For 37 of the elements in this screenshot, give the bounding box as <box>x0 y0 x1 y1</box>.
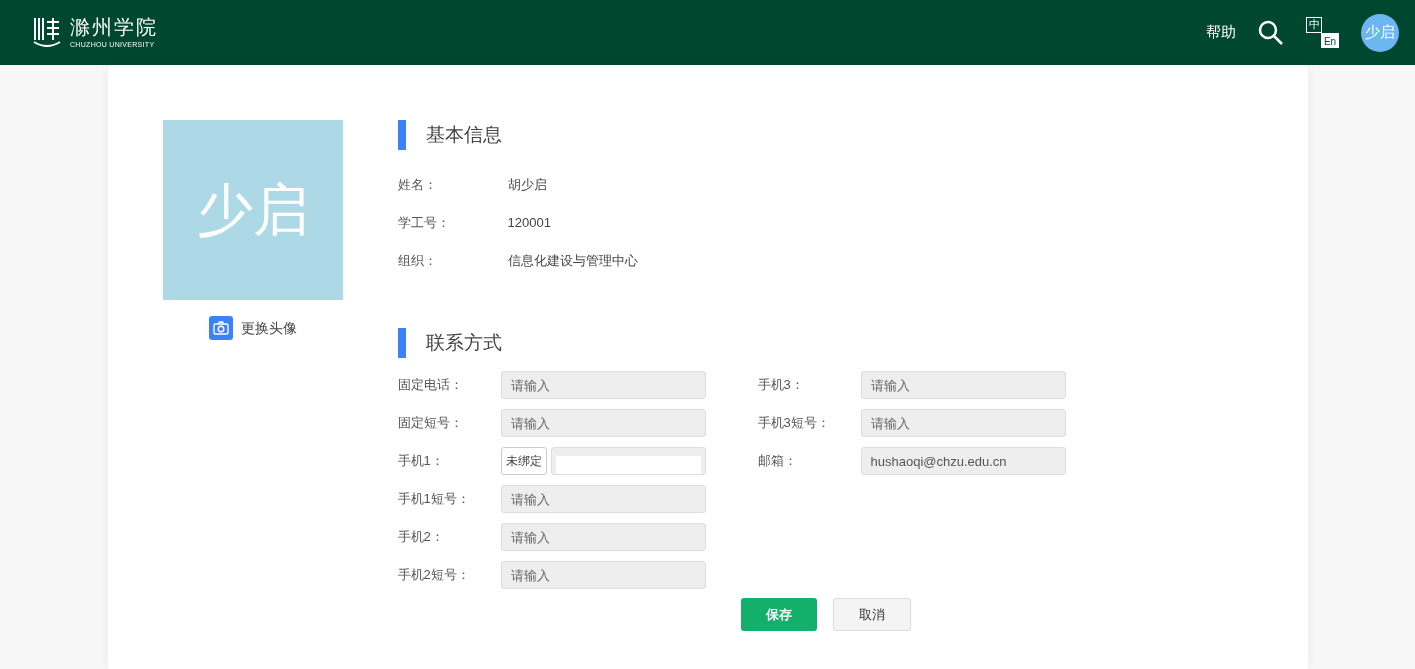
search-icon[interactable] <box>1258 19 1284 46</box>
change-avatar-link[interactable]: 更换头像 <box>208 316 297 340</box>
university-name: 滁州学院 <box>70 17 158 37</box>
camera-icon <box>208 316 233 340</box>
field-label: 手机2： <box>397 528 445 547</box>
field-label: 姓名： <box>397 176 438 195</box>
field-value: 120001 <box>507 214 551 233</box>
field-label: 固定短号： <box>397 414 464 433</box>
input-field[interactable]: 请输入 <box>500 485 706 513</box>
language-option[interactable]: En <box>1321 33 1339 48</box>
input-field[interactable]: 请输入 <box>500 409 706 437</box>
profile-avatar: 少启 <box>162 120 343 300</box>
field-label: 学工号： <box>397 214 451 233</box>
input-field[interactable]: 请输入 <box>860 409 1066 437</box>
input-field[interactable] <box>550 447 706 475</box>
university-emblem-icon <box>32 15 62 50</box>
section-title: 基本信息 <box>397 120 1098 150</box>
field-label: 手机1短号： <box>397 490 471 509</box>
field-value: 信息化建设与管理中心 <box>507 252 638 271</box>
field-label: 手机2短号： <box>397 566 471 585</box>
field-label: 手机3短号： <box>757 414 831 433</box>
field-label: 组织： <box>397 252 438 271</box>
field-label: 邮箱： <box>757 452 798 471</box>
field-label: 固定电话： <box>397 376 464 395</box>
input-field[interactable]: 请输入 <box>500 523 706 551</box>
input-field[interactable]: 请输入 <box>860 371 1066 399</box>
field-label: 手机1： <box>397 452 445 471</box>
bind-button[interactable]: 未绑定 <box>500 447 547 475</box>
cancel-button[interactable]: 取消 <box>832 598 911 631</box>
input-field[interactable]: 请输入 <box>500 371 706 399</box>
field-label: 手机3： <box>757 376 805 395</box>
language-option[interactable]: 中 <box>1306 17 1322 33</box>
help-link[interactable]: 帮助 <box>1206 21 1236 44</box>
section-title: 联系方式 <box>397 328 1098 358</box>
input-field[interactable]: hushaoqi@chzu.edu.cn <box>860 447 1066 475</box>
field-value: 胡少启 <box>507 176 547 195</box>
input-field[interactable]: 请输入 <box>500 561 706 589</box>
